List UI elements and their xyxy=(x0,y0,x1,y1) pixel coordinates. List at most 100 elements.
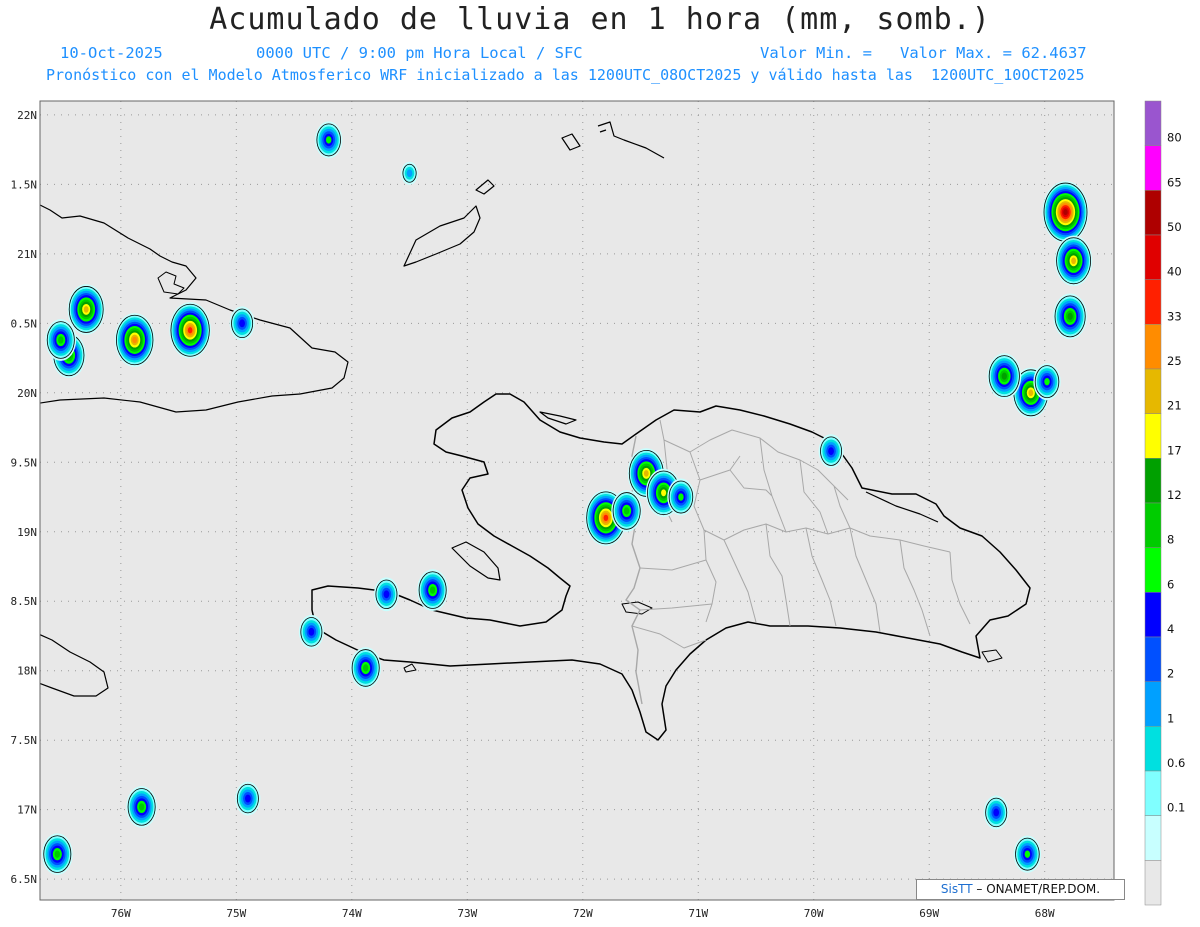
lat-tick-label: 7.5N xyxy=(11,734,38,747)
rain-contour xyxy=(1024,850,1031,858)
rain-contour xyxy=(678,493,684,501)
colorbar-swatch xyxy=(1144,413,1162,459)
rain-contour xyxy=(138,803,145,811)
rain-contour xyxy=(325,136,332,144)
rain-cell xyxy=(667,478,695,516)
colorbar-label: 25 xyxy=(1167,354,1182,368)
colorbar-swatch xyxy=(1144,502,1162,548)
lat-tick-label: 19N xyxy=(17,526,37,539)
colorbar-label: 8 xyxy=(1167,533,1174,547)
rain-cell xyxy=(45,319,77,361)
rain-contour xyxy=(58,336,64,344)
rain-contour xyxy=(1063,209,1068,216)
colorbar-swatch xyxy=(1144,770,1162,816)
rain-cell xyxy=(350,647,382,689)
colorbar-label: 0.6 xyxy=(1167,756,1185,770)
rain-cell xyxy=(987,353,1022,400)
rain-cell xyxy=(229,306,255,341)
colorbar-swatch xyxy=(1144,368,1162,414)
lat-tick-label: 9.5N xyxy=(11,456,38,469)
lat-tick-label: 20N xyxy=(17,387,37,400)
rain-contour xyxy=(1071,257,1077,265)
colorbar-swatch xyxy=(1144,681,1162,727)
colorbar-swatch xyxy=(1144,592,1162,638)
lon-tick-label: 69W xyxy=(919,907,939,920)
rain-cell xyxy=(611,490,643,532)
rain-contour xyxy=(132,336,138,344)
colorbar-swatch xyxy=(1144,324,1162,370)
colorbar-label: 4 xyxy=(1167,622,1174,636)
colorbar-label: 12 xyxy=(1167,488,1182,502)
lon-tick-label: 75W xyxy=(226,907,246,920)
colorbar-label: 6 xyxy=(1167,577,1174,591)
lat-tick-label: 22N xyxy=(17,109,37,122)
rain-cell xyxy=(983,795,1009,830)
rain-contour xyxy=(1001,372,1007,380)
rain-contour xyxy=(244,794,251,803)
rain-contour xyxy=(383,590,390,599)
colorbar-swatch xyxy=(1144,547,1162,593)
lat-tick-label: 6.5N xyxy=(11,873,38,886)
rain-contour xyxy=(623,507,630,515)
rain-cell xyxy=(818,434,844,469)
rain-contour xyxy=(661,489,667,497)
credit-box: SisTT – ONAMET/REP.DOM. xyxy=(916,879,1125,900)
rain-cell xyxy=(1033,363,1061,401)
colorbar-label: 80 xyxy=(1167,131,1182,145)
rain-cell xyxy=(417,569,449,611)
colorbar-swatch xyxy=(1144,100,1162,146)
rain-contour xyxy=(362,664,369,672)
lat-tick-label: 8.5N xyxy=(11,595,38,608)
colorbar: 806550403325211712864210.60.1 xyxy=(1144,100,1185,906)
colorbar-swatch xyxy=(1144,815,1162,861)
rain-cell xyxy=(373,577,399,612)
lat-tick-label: 1.5N xyxy=(11,178,38,191)
colorbar-label: 65 xyxy=(1167,175,1182,189)
rain-contour xyxy=(1044,377,1050,386)
lon-tick-label: 68W xyxy=(1035,907,1055,920)
credit-text: – ONAMET/REP.DOM. xyxy=(976,882,1101,896)
rain-cell xyxy=(126,786,158,828)
colorbar-swatch xyxy=(1144,726,1162,772)
colorbar-label: 0.1 xyxy=(1167,801,1185,815)
rain-contour xyxy=(239,319,245,328)
rain-contour xyxy=(603,514,609,521)
colorbar-label: 1 xyxy=(1167,711,1174,725)
colorbar-label: 40 xyxy=(1167,265,1182,279)
rain-contour xyxy=(83,306,89,313)
rain-contour xyxy=(1067,312,1073,320)
colorbar-swatch xyxy=(1144,458,1162,504)
lon-tick-label: 70W xyxy=(804,907,824,920)
ocean-background xyxy=(40,101,1114,900)
colorbar-label: 21 xyxy=(1167,399,1182,413)
lon-tick-label: 71W xyxy=(688,907,708,920)
sistt-logo: SisTT xyxy=(940,882,973,896)
colorbar-label: 33 xyxy=(1167,309,1182,323)
lat-tick-label: 18N xyxy=(17,665,37,678)
rain-contour xyxy=(308,627,315,636)
lon-tick-label: 74W xyxy=(342,907,362,920)
rain-cell xyxy=(315,121,343,159)
rain-contour xyxy=(429,586,436,594)
colorbar-swatch xyxy=(1144,145,1162,191)
rain-cell xyxy=(1013,835,1042,873)
colorbar-swatch xyxy=(1144,234,1162,280)
rain-map: 76W 75W 74W 73W 72W 71W 70W 69W 68W 22N 1.5N 21N 0.5… xyxy=(11,100,1185,920)
lon-tick-label: 76W xyxy=(111,907,131,920)
rain-contour xyxy=(54,850,61,858)
rain-cell xyxy=(114,313,155,367)
rain-contour xyxy=(187,327,193,334)
lat-tick-label: 21N xyxy=(17,248,37,261)
lat-tick-label: 0.5N xyxy=(11,317,38,330)
rain-cell xyxy=(235,781,261,816)
rain-cell xyxy=(1054,235,1093,287)
rain-cell xyxy=(1053,293,1088,340)
rain-contour xyxy=(993,808,1000,817)
lon-tick-label: 73W xyxy=(457,907,477,920)
colorbar-label: 50 xyxy=(1167,220,1182,234)
colorbar-swatch xyxy=(1144,279,1162,325)
rain-contour xyxy=(643,470,649,477)
colorbar-swatch xyxy=(1144,860,1162,906)
rain-cell xyxy=(67,284,105,335)
rain-cell xyxy=(1042,181,1089,244)
